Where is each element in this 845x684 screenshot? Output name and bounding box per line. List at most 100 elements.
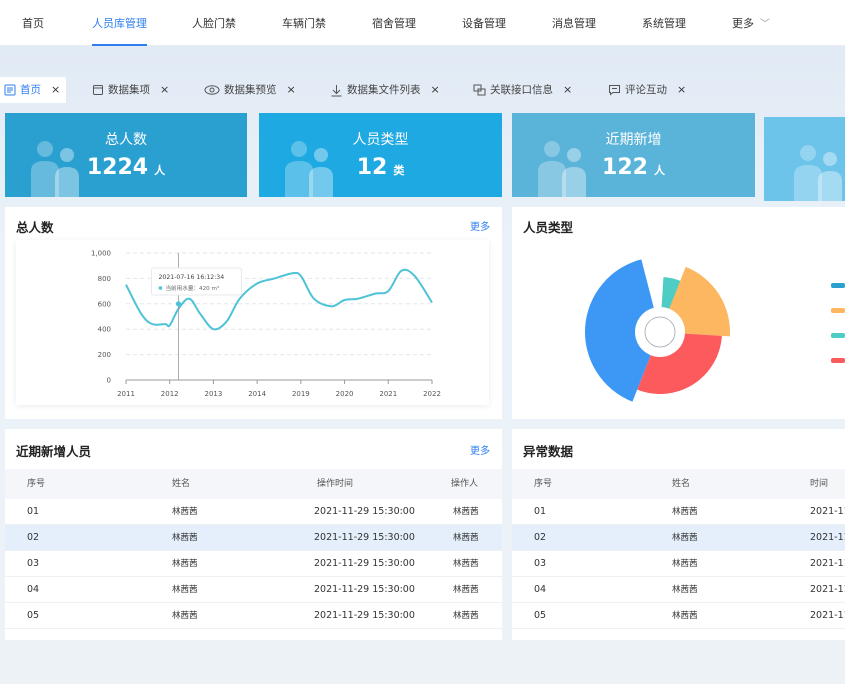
close-icon[interactable]: ×: [563, 77, 572, 103]
cell-index: 04: [534, 584, 547, 595]
close-icon[interactable]: ×: [677, 77, 686, 103]
stat-card-types[interactable]: 人员类型 12 类: [259, 113, 502, 197]
cell-index: 03: [534, 558, 547, 569]
x-tick-label: 2020: [336, 390, 354, 398]
table-row[interactable]: 02 林茜茜 2021-11: [512, 525, 845, 551]
nav-item-messages[interactable]: 消息管理: [552, 0, 596, 46]
more-link[interactable]: 更多: [470, 218, 490, 233]
download-icon: [331, 84, 342, 96]
table-row[interactable]: 02 林茜茜 2021-11-29 15:30:00 林茜茜: [5, 525, 502, 551]
cell-time: 2021-11-29 15:30:00: [314, 506, 415, 517]
cell-name: 林茜茜: [172, 611, 198, 621]
x-tick-label: 2022: [423, 390, 441, 398]
stat-value: 122 人: [512, 155, 755, 180]
cell-name: 林茜茜: [172, 507, 198, 517]
tab-comments[interactable]: 评论互动 ×: [608, 77, 686, 103]
table-row[interactable]: 05 林茜茜 2021-11-29 15:30:00 林茜茜: [5, 603, 502, 629]
table-row[interactable]: 01 林茜茜 2021-11-29 15:30:00 林茜茜: [5, 499, 502, 525]
column-header: 时间: [810, 479, 829, 489]
pie-chart: [585, 259, 845, 402]
line-chart: 0 200 400 600 800 1,000 2011 2012 2013 2014 2019 20…: [91, 250, 441, 399]
line-chart-card: 0 200 400 600 800 1,000 2011 2012 2013 2014 2019 20…: [16, 240, 489, 405]
cell-name: 林茜茜: [672, 559, 698, 569]
nav-item-face-access[interactable]: 人脸门禁: [192, 0, 236, 46]
column-header: 操作人: [451, 479, 479, 489]
stat-value: 12 类: [259, 155, 502, 180]
tab-linked-api[interactable]: 关联接口信息 ×: [473, 77, 572, 103]
nav-item-label: 宿舍管理: [372, 17, 416, 30]
x-tick-label: 2019: [292, 390, 310, 398]
nav-item-dormitory[interactable]: 宿舍管理: [372, 0, 416, 46]
y-tick-label: 600: [98, 300, 111, 308]
cell-operator: 林茜茜: [453, 507, 479, 517]
nav-item-home[interactable]: 首页: [22, 0, 44, 46]
column-header: 姓名: [172, 479, 191, 489]
cell-name: 林茜茜: [172, 559, 198, 569]
table-row[interactable]: 03 林茜茜 2021-11: [512, 551, 845, 577]
nav-item-label: 系统管理: [642, 17, 686, 30]
nav-item-label: 消息管理: [552, 17, 596, 30]
table-header: 序号 姓名 操作时间 操作人: [5, 469, 502, 499]
close-icon[interactable]: ×: [160, 77, 169, 103]
cell-time: 2021-11: [810, 506, 845, 517]
stat-card-recent[interactable]: 近期新增 122 人: [512, 113, 755, 197]
eye-icon: [204, 85, 220, 95]
table-row[interactable]: 01 林茜茜 2021-11: [512, 499, 845, 525]
stat-number: 122: [602, 155, 648, 180]
panel-abnormal-data: 异常数据 序号 姓名 时间 01 林茜茜 2021-11 02 林茜茜 2021…: [512, 429, 845, 640]
stat-unit: 类: [393, 164, 405, 177]
cell-time: 2021-11: [810, 584, 845, 595]
table-header: 序号 姓名 时间: [512, 469, 845, 499]
tab-dataset-items[interactable]: 数据集项 ×: [92, 77, 169, 103]
nav-item-label: 车辆门禁: [282, 17, 326, 30]
close-icon[interactable]: ×: [287, 77, 296, 103]
cell-time: 2021-11-29 15:30:00: [314, 584, 415, 595]
y-tick-label: 800: [98, 275, 111, 283]
tooltip-point: [175, 301, 182, 307]
tab-dataset-preview[interactable]: 数据集预览 ×: [204, 77, 296, 103]
table-row[interactable]: 04 林茜茜 2021-11: [512, 577, 845, 603]
nav-item-vehicle-access[interactable]: 车辆门禁: [282, 0, 326, 46]
stat-number: 1224: [86, 155, 149, 180]
tab-label: 首页: [20, 84, 41, 96]
y-tick-label: 1,000: [91, 250, 111, 258]
tab-dataset-files[interactable]: 数据集文件列表 ×: [330, 77, 440, 103]
tab-home[interactable]: 首页 ×: [0, 77, 67, 103]
stat-title: 人员类型: [352, 132, 409, 148]
tooltip-time: 2021-07-16 16:12:34: [158, 274, 224, 281]
cell-time: 2021-11: [810, 610, 845, 621]
cell-operator: 林茜茜: [453, 559, 479, 569]
x-tick-label: 2011: [117, 390, 135, 398]
close-icon[interactable]: ×: [431, 77, 440, 103]
cell-index: 03: [27, 558, 40, 569]
link-icon: [473, 84, 486, 96]
table-row[interactable]: 03 林茜茜 2021-11-29 15:30:00 林茜茜: [5, 551, 502, 577]
nav-item-label: 首页: [22, 17, 44, 30]
panel-recent-personnel: 近期新增人员 更多 序号 姓名 操作时间 操作人 01 林茜茜 2021-11-…: [5, 429, 502, 640]
nav-item-more[interactable]: 更多 ﹀: [732, 0, 770, 46]
tooltip-marker: [158, 286, 163, 290]
cell-name: 林茜茜: [672, 507, 698, 517]
nav-item-system[interactable]: 系统管理: [642, 0, 686, 46]
stat-number: 12: [356, 155, 388, 180]
cell-operator: 林茜茜: [453, 585, 479, 595]
nav-item-personnel[interactable]: 人员库管理: [92, 0, 147, 46]
cell-time: 2021-11: [810, 558, 845, 569]
stat-value: 1224 人: [5, 155, 247, 180]
close-icon[interactable]: ×: [51, 77, 60, 103]
table-row[interactable]: 04 林茜茜 2021-11-29 15:30:00 林茜茜: [5, 577, 502, 603]
cell-name: 林茜茜: [672, 611, 698, 621]
table-row[interactable]: 05 林茜茜 2021-11: [512, 603, 845, 629]
pie-inner-ring: [644, 316, 676, 348]
more-link[interactable]: 更多: [470, 442, 490, 457]
cell-index: 04: [27, 584, 40, 595]
stat-card-total[interactable]: 总人数 1224 人: [5, 113, 247, 197]
cell-time: 2021-11-29 15:30:00: [314, 532, 415, 543]
nav-item-devices[interactable]: 设备管理: [462, 0, 506, 46]
cell-index: 05: [27, 610, 40, 621]
x-tick-label: 2013: [205, 390, 223, 398]
column-header: 操作时间: [317, 479, 354, 489]
stat-card-extra[interactable]: [764, 117, 845, 201]
tab-label: 数据集预览: [224, 84, 277, 96]
panel-title: 总人数: [16, 220, 54, 235]
